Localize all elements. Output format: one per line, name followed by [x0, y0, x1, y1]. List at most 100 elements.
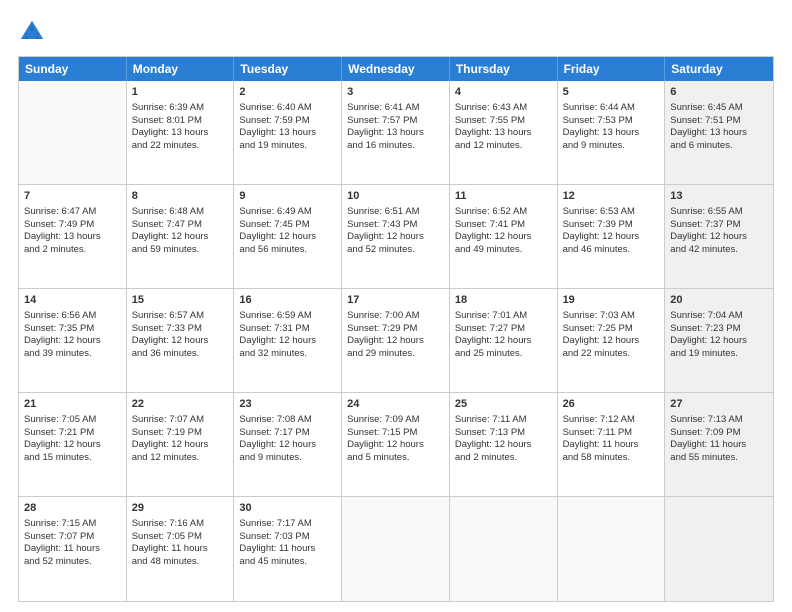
day-cell-3: 3Sunrise: 6:41 AMSunset: 7:57 PMDaylight…	[342, 81, 450, 184]
day-number: 27	[670, 397, 768, 412]
cell-line-1: Sunset: 7:51 PM	[670, 115, 768, 128]
cell-line-1: Sunset: 7:37 PM	[670, 219, 768, 232]
day-number: 17	[347, 293, 444, 308]
cell-line-1: Sunset: 7:13 PM	[455, 427, 552, 440]
day-cell-19: 19Sunrise: 7:03 AMSunset: 7:25 PMDayligh…	[558, 289, 666, 392]
cell-line-3: and 19 minutes.	[239, 140, 336, 153]
day-number: 2	[239, 85, 336, 100]
cell-line-2: Daylight: 13 hours	[347, 127, 444, 140]
day-cell-20: 20Sunrise: 7:04 AMSunset: 7:23 PMDayligh…	[665, 289, 773, 392]
day-number: 15	[132, 293, 229, 308]
day-cell-29: 29Sunrise: 7:16 AMSunset: 7:05 PMDayligh…	[127, 497, 235, 601]
cell-line-3: and 59 minutes.	[132, 244, 229, 257]
cell-line-0: Sunrise: 6:45 AM	[670, 102, 768, 115]
cell-line-2: Daylight: 12 hours	[670, 231, 768, 244]
cell-line-2: Daylight: 12 hours	[132, 231, 229, 244]
day-number: 28	[24, 501, 121, 516]
weekday-header-saturday: Saturday	[665, 57, 773, 81]
cell-line-3: and 15 minutes.	[24, 452, 121, 465]
day-number: 21	[24, 397, 121, 412]
cell-line-3: and 25 minutes.	[455, 348, 552, 361]
cell-line-0: Sunrise: 7:16 AM	[132, 518, 229, 531]
cell-line-0: Sunrise: 6:39 AM	[132, 102, 229, 115]
cell-line-0: Sunrise: 7:03 AM	[563, 310, 660, 323]
cell-line-3: and 52 minutes.	[347, 244, 444, 257]
calendar-row-1: 1 Sunrise: 6:39 AMSunset: 8:01 PM Daylight…	[19, 81, 773, 185]
day-number: 23	[239, 397, 336, 412]
cell-line-3: and 12 minutes.	[455, 140, 552, 153]
day-cell-24: 24Sunrise: 7:09 AMSunset: 7:15 PMDayligh…	[342, 393, 450, 496]
calendar-row-3: 14Sunrise: 6:56 AMSunset: 7:35 PMDayligh…	[19, 289, 773, 393]
cell-line-3: and 52 minutes.	[24, 556, 121, 569]
cell-line-3: and 56 minutes.	[239, 244, 336, 257]
cell-line-3: and 5 minutes.	[347, 452, 444, 465]
day-number: 22	[132, 397, 229, 412]
cell-line-3: and 16 minutes.	[347, 140, 444, 153]
day-number: 19	[563, 293, 660, 308]
day-number: 30	[239, 501, 336, 516]
cell-line-2: Daylight: 12 hours	[455, 335, 552, 348]
page: SundayMondayTuesdayWednesdayThursdayFrid…	[0, 0, 792, 612]
day-cell-11: 11Sunrise: 6:52 AMSunset: 7:41 PMDayligh…	[450, 185, 558, 288]
cell-line-2: Daylight: 11 hours	[24, 543, 121, 556]
cell-line-1: Sunset: 8:01 PM	[132, 115, 229, 128]
cell-line-1: Sunset: 7:35 PM	[24, 323, 121, 336]
cell-line-0: Sunrise: 6:51 AM	[347, 206, 444, 219]
cell-line-2: Daylight: 13 hours	[563, 127, 660, 140]
empty-cell-4-5	[558, 497, 666, 601]
day-cell-14: 14Sunrise: 6:56 AMSunset: 7:35 PMDayligh…	[19, 289, 127, 392]
cell-line-3: and 48 minutes.	[132, 556, 229, 569]
day-number: 10	[347, 189, 444, 204]
cell-line-3: and 45 minutes.	[239, 556, 336, 569]
cell-line-2: Daylight: 11 hours	[239, 543, 336, 556]
day-number: 1	[132, 85, 229, 100]
cell-line-1: Sunset: 7:47 PM	[132, 219, 229, 232]
cell-line-1: Sunset: 7:29 PM	[347, 323, 444, 336]
cell-line-2: Daylight: 11 hours	[670, 439, 768, 452]
cell-line-1: Sunset: 7:41 PM	[455, 219, 552, 232]
cell-line-1: Sunset: 7:25 PM	[563, 323, 660, 336]
cell-line-0: Sunrise: 6:49 AM	[239, 206, 336, 219]
cell-line-2: Daylight: 12 hours	[24, 335, 121, 348]
day-cell-7: 7Sunrise: 6:47 AMSunset: 7:49 PMDaylight…	[19, 185, 127, 288]
day-cell-26: 26Sunrise: 7:12 AMSunset: 7:11 PMDayligh…	[558, 393, 666, 496]
cell-line-1: Sunset: 7:43 PM	[347, 219, 444, 232]
cell-line-2: Daylight: 12 hours	[239, 231, 336, 244]
cell-line-1: Sunset: 7:17 PM	[239, 427, 336, 440]
day-number: 18	[455, 293, 552, 308]
day-number: 11	[455, 189, 552, 204]
cell-line-1: Sunset: 7:27 PM	[455, 323, 552, 336]
day-cell-21: 21Sunrise: 7:05 AMSunset: 7:21 PMDayligh…	[19, 393, 127, 496]
cell-line-0: Sunrise: 7:00 AM	[347, 310, 444, 323]
cell-line-3: and 6 minutes.	[670, 140, 768, 153]
calendar-header: SundayMondayTuesdayWednesdayThursdayFrid…	[19, 57, 773, 81]
day-cell-16: 16Sunrise: 6:59 AMSunset: 7:31 PMDayligh…	[234, 289, 342, 392]
day-number: 12	[563, 189, 660, 204]
empty-cell-4-3	[342, 497, 450, 601]
day-number: 25	[455, 397, 552, 412]
cell-line-1: Sunset: 7:07 PM	[24, 531, 121, 544]
cell-line-3: and 49 minutes.	[455, 244, 552, 257]
cell-line-1: Sunset: 7:23 PM	[670, 323, 768, 336]
day-number: 4	[455, 85, 552, 100]
cell-line-0: Sunrise: 7:17 AM	[239, 518, 336, 531]
day-cell-17: 17Sunrise: 7:00 AMSunset: 7:29 PMDayligh…	[342, 289, 450, 392]
cell-line-0: Sunrise: 7:04 AM	[670, 310, 768, 323]
logo	[18, 18, 50, 46]
empty-cell-4-6	[665, 497, 773, 601]
day-cell-28: 28Sunrise: 7:15 AMSunset: 7:07 PMDayligh…	[19, 497, 127, 601]
cell-line-0: Sunrise: 6:44 AM	[563, 102, 660, 115]
cell-line-0: Sunrise: 6:41 AM	[347, 102, 444, 115]
day-number: 5	[563, 85, 660, 100]
day-number: 9	[239, 189, 336, 204]
cell-line-1: Sunset: 7:15 PM	[347, 427, 444, 440]
cell-line-2: Daylight: 13 hours	[24, 231, 121, 244]
cell-line-0: Sunrise: 6:52 AM	[455, 206, 552, 219]
cell-line-0: Sunrise: 7:08 AM	[239, 414, 336, 427]
cell-line-0: Sunrise: 6:40 AM	[239, 102, 336, 115]
cell-line-2: Daylight: 12 hours	[563, 231, 660, 244]
day-number: 24	[347, 397, 444, 412]
cell-line-0: Sunrise: 7:13 AM	[670, 414, 768, 427]
cell-line-2: Daylight: 12 hours	[347, 439, 444, 452]
weekday-header-sunday: Sunday	[19, 57, 127, 81]
